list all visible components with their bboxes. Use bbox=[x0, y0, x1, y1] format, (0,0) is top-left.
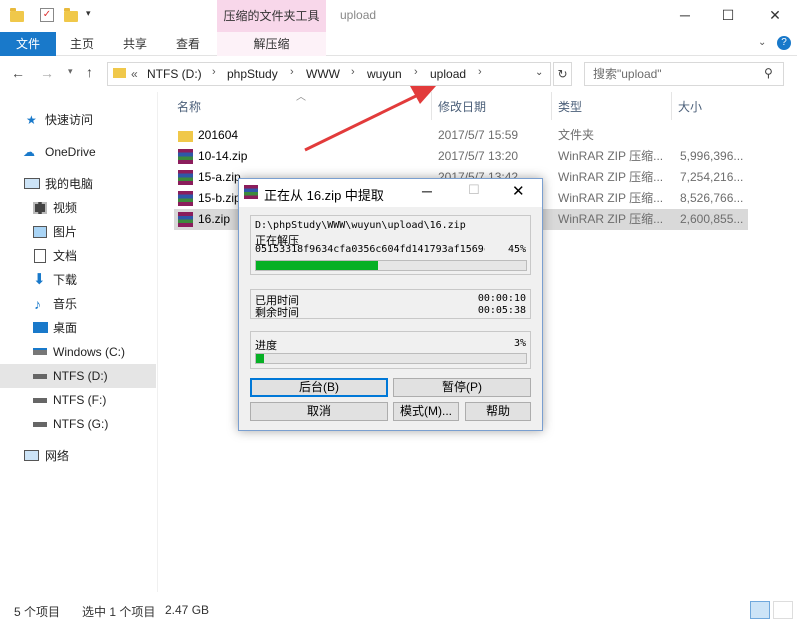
current-file-name: 05153318f9634cfa0356c604fd141793af1569c bbox=[255, 244, 485, 255]
file-progress-fill bbox=[256, 261, 378, 270]
help-button[interactable]: 帮助 bbox=[465, 402, 531, 421]
current-file-panel: D:\phpStudy\WWW\wuyun\upload\16.zip 正在解压… bbox=[250, 215, 531, 275]
cancel-button[interactable]: 取消 bbox=[250, 402, 388, 421]
file-progress-bar bbox=[255, 260, 527, 271]
status-selected: 选中 1 个项目 bbox=[82, 605, 156, 619]
status-size: 2.47 GB bbox=[165, 603, 210, 617]
elapsed-time: 00:00:10 bbox=[477, 293, 526, 304]
archive-path: D:\phpStudy\WWW\wuyun\upload\16.zip bbox=[255, 220, 466, 231]
large-icons-view-icon[interactable] bbox=[773, 601, 793, 619]
extraction-dialog: 正在从 16.zip 中提取 ─ ☐ ✕ D:\phpStudy\WWW\wuy… bbox=[238, 178, 543, 431]
dialog-minimize-button[interactable]: ─ bbox=[422, 183, 432, 199]
remaining-time: 00:05:38 bbox=[477, 305, 526, 316]
background-button[interactable]: 后台(B) bbox=[250, 378, 388, 397]
details-view-icon[interactable] bbox=[750, 601, 770, 619]
total-progress-panel: 进度 3% bbox=[250, 331, 531, 369]
total-percent: 3% bbox=[513, 338, 526, 349]
total-progress-fill bbox=[256, 354, 265, 363]
total-progress-bar bbox=[255, 353, 527, 364]
remaining-label: 剩余时间 bbox=[255, 307, 299, 319]
file-percent: 45% bbox=[507, 244, 526, 255]
mode-button[interactable]: 模式(M)... bbox=[393, 402, 459, 421]
dialog-maximize-button[interactable]: ☐ bbox=[468, 182, 480, 198]
time-panel: 已用时间 00:00:10 剩余时间 00:05:38 bbox=[250, 289, 531, 319]
winrar-icon bbox=[244, 185, 258, 199]
status-item-count: 5 个项目 bbox=[14, 605, 61, 619]
total-label: 进度 bbox=[255, 340, 277, 352]
dialog-title: 正在从 16.zip 中提取 bbox=[264, 188, 384, 203]
dialog-title-bar[interactable]: 正在从 16.zip 中提取 ─ ☐ ✕ bbox=[239, 179, 542, 207]
dialog-close-button[interactable]: ✕ bbox=[512, 182, 525, 200]
pause-button[interactable]: 暂停(P) bbox=[393, 378, 531, 397]
